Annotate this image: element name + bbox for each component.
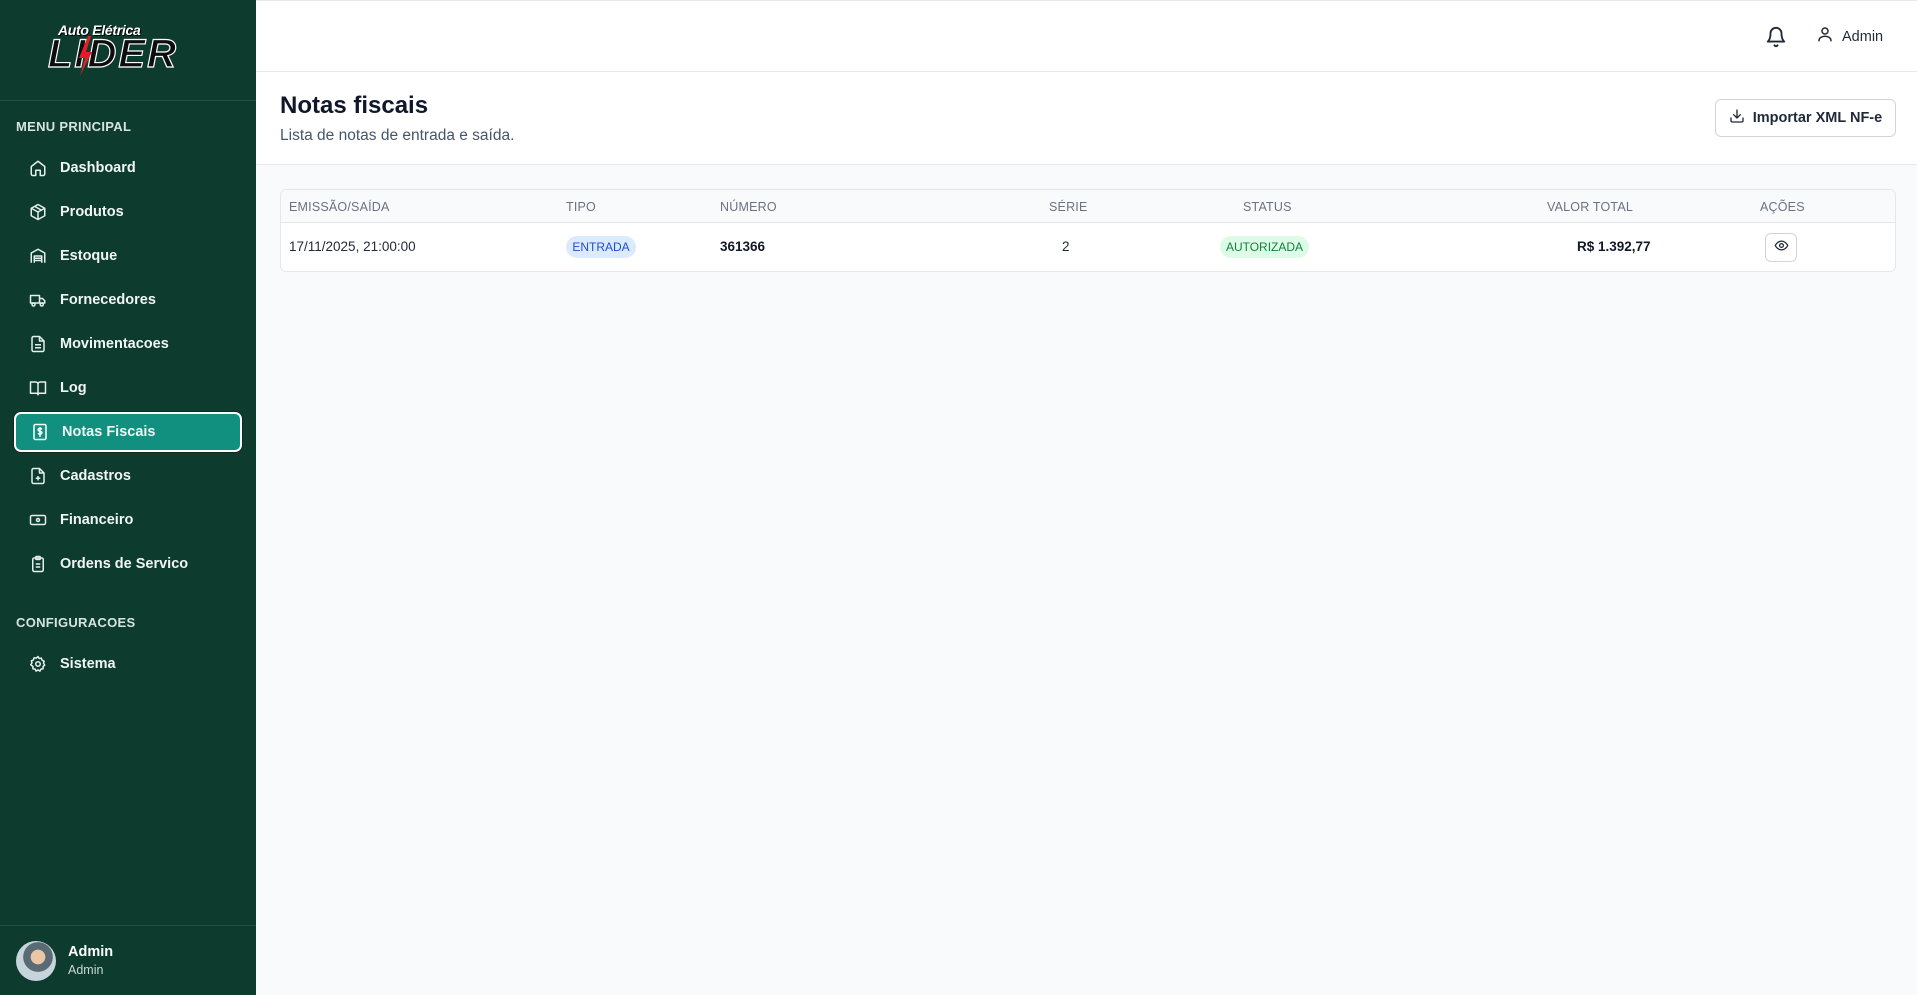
- file-plus-icon: [28, 466, 48, 486]
- sidebar-item-label: Notas Fiscais: [62, 424, 156, 440]
- bell-icon[interactable]: [1762, 23, 1790, 51]
- download-icon: [1729, 108, 1745, 129]
- sidebar-user-role: Admin: [68, 963, 104, 977]
- column-header-numero: NÚMERO: [720, 200, 777, 214]
- column-header-valor-total: VALOR TOTAL: [1547, 200, 1634, 214]
- cell-serie: 2: [1062, 239, 1070, 254]
- sidebar: Auto Elétrica LIDER MENU PRINCIPAL Dashb…: [0, 0, 256, 995]
- sidebar-item-label: Estoque: [60, 248, 118, 264]
- cell-numero: 361366: [720, 239, 766, 254]
- user-menu-label: Admin: [1842, 28, 1884, 45]
- sidebar-user-name: Admin: [68, 944, 114, 960]
- document-icon: [28, 334, 48, 354]
- cell-date: 17/11/2025, 21:00:00: [289, 239, 416, 254]
- sidebar-item-label: Log: [60, 380, 87, 396]
- sidebar-item-fornecedores[interactable]: Fornecedores: [14, 280, 242, 320]
- page-title: Notas fiscais: [280, 92, 429, 119]
- truck-icon: [28, 290, 48, 310]
- sidebar-item-financeiro[interactable]: Financeiro: [14, 500, 242, 540]
- receipt-dollar-icon: [30, 422, 50, 442]
- main-menu: Dashboard Produtos Estoque Fornecedores …: [14, 148, 242, 588]
- sidebar-item-label: Financeiro: [60, 512, 134, 528]
- tipo-badge: ENTRADA: [566, 236, 636, 258]
- column-header-emissao: EMISSÃO/SAÍDA: [289, 200, 390, 214]
- home-icon: [28, 158, 48, 178]
- logo-main-text: LIDER: [47, 31, 178, 76]
- sidebar-item-movimentacoes[interactable]: Movimentacoes: [14, 324, 242, 364]
- sidebar-item-label: Fornecedores: [60, 292, 156, 308]
- sidebar-item-label: Cadastros: [60, 468, 131, 484]
- import-xml-button[interactable]: Importar XML NF-e: [1715, 99, 1896, 137]
- page-header: Notas fiscais Lista de notas de entrada …: [256, 72, 1917, 165]
- column-header-tipo: TIPO: [566, 200, 596, 214]
- sidebar-item-cadastros[interactable]: Cadastros: [14, 456, 242, 496]
- section-label-config: CONFIGURACOES: [16, 615, 136, 630]
- cell-valor-total: R$ 1.392,77: [1577, 239, 1651, 254]
- import-xml-label: Importar XML NF-e: [1752, 110, 1883, 126]
- table-row[interactable]: 17/11/2025, 21:00:00 ENTRADA 361366 2 AU…: [281, 223, 1895, 271]
- status-badge: AUTORIZADA: [1220, 236, 1309, 258]
- user-menu[interactable]: Admin: [1816, 25, 1883, 48]
- sidebar-item-label: Dashboard: [60, 160, 136, 176]
- sidebar-item-dashboard[interactable]: Dashboard: [14, 148, 242, 188]
- invoices-table: EMISSÃO/SAÍDA TIPO NÚMERO SÉRIE STATUS V…: [280, 189, 1896, 272]
- eye-icon: [1774, 238, 1789, 258]
- gear-icon: [28, 654, 48, 674]
- sidebar-item-sistema[interactable]: Sistema: [14, 644, 242, 684]
- config-menu: Sistema: [14, 644, 242, 688]
- user-icon: [1816, 25, 1834, 48]
- column-header-status: STATUS: [1243, 200, 1292, 214]
- warehouse-icon: [28, 246, 48, 266]
- page-subtitle: Lista de notas de entrada e saída.: [280, 127, 515, 144]
- view-button[interactable]: [1765, 233, 1797, 262]
- logo-area: Auto Elétrica LIDER: [0, 0, 256, 101]
- sidebar-item-label: Ordens de Servico: [60, 556, 189, 572]
- sidebar-item-produtos[interactable]: Produtos: [14, 192, 242, 232]
- sidebar-item-estoque[interactable]: Estoque: [14, 236, 242, 276]
- package-icon: [28, 202, 48, 222]
- book-icon: [28, 378, 48, 398]
- brand-logo[interactable]: Auto Elétrica LIDER: [47, 20, 208, 80]
- sidebar-item-label: Produtos: [60, 204, 124, 220]
- top-bar: Admin: [256, 0, 1917, 72]
- sidebar-user[interactable]: Admin Admin: [0, 925, 256, 995]
- sidebar-item-ordens-de-servico[interactable]: Ordens de Servico: [14, 544, 242, 584]
- table-header: EMISSÃO/SAÍDA TIPO NÚMERO SÉRIE STATUS V…: [281, 190, 1895, 223]
- sidebar-item-label: Movimentacoes: [60, 336, 169, 352]
- banknote-icon: [28, 510, 48, 530]
- column-header-serie: SÉRIE: [1049, 200, 1088, 214]
- sidebar-item-log[interactable]: Log: [14, 368, 242, 408]
- column-header-acoes: AÇÕES: [1760, 200, 1805, 214]
- sidebar-item-label: Sistema: [60, 656, 116, 672]
- clipboard-icon: [28, 554, 48, 574]
- section-label-main: MENU PRINCIPAL: [16, 119, 132, 134]
- lightning-bolt-icon: [79, 36, 92, 76]
- sidebar-item-notas-fiscais[interactable]: Notas Fiscais: [14, 412, 242, 452]
- avatar: [16, 940, 56, 981]
